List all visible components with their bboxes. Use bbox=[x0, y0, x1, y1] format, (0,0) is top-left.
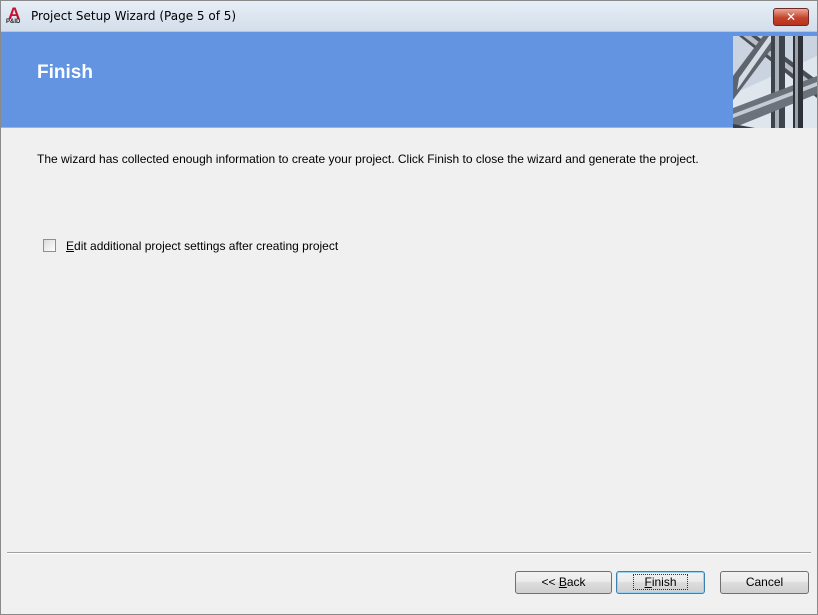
back-button[interactable]: << Back bbox=[515, 571, 612, 594]
pipes-banner-image bbox=[733, 36, 817, 128]
instruction-text: The wizard has collected enough informat… bbox=[37, 152, 699, 166]
window-title: Project Setup Wizard (Page 5 of 5) bbox=[31, 9, 237, 23]
edit-settings-label[interactable]: Edit additional project settings after c… bbox=[66, 239, 338, 253]
footer-divider bbox=[7, 552, 811, 554]
autocad-pid-icon[interactable]: A P&ID bbox=[6, 4, 26, 27]
page-title: Finish bbox=[37, 62, 93, 83]
close-icon: ✕ bbox=[785, 10, 797, 24]
cancel-button[interactable]: Cancel bbox=[720, 571, 809, 594]
wizard-content: The wizard has collected enough informat… bbox=[1, 128, 817, 552]
wizard-window: A P&ID Project Setup Wizard (Page 5 of 5)… bbox=[0, 0, 818, 615]
title-bar[interactable]: A P&ID Project Setup Wizard (Page 5 of 5)… bbox=[1, 1, 817, 32]
edit-settings-checkbox[interactable] bbox=[43, 239, 56, 252]
wizard-banner: Finish bbox=[1, 32, 817, 128]
finish-focus-rect: Finish bbox=[633, 574, 688, 590]
finish-button[interactable]: Finish bbox=[616, 571, 705, 594]
close-button[interactable]: ✕ bbox=[773, 8, 809, 26]
